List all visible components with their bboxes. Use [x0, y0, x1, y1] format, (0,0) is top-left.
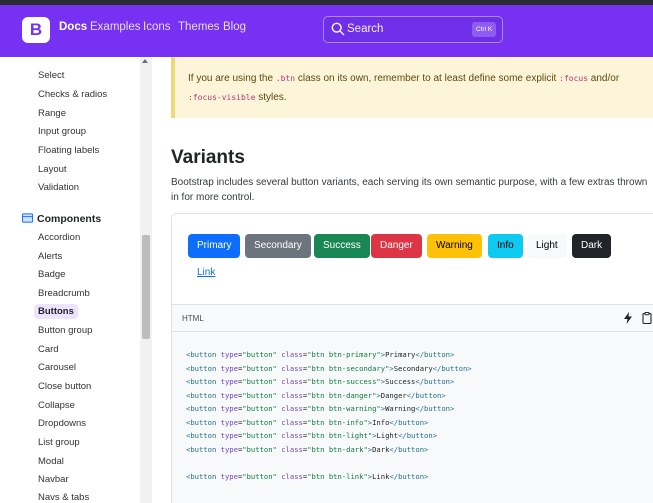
search-placeholder: Search: [347, 23, 384, 35]
search-shortcut-badge: Ctrl K: [472, 22, 497, 37]
code-line: <button type="button" class="btn btn-suc…: [186, 377, 455, 386]
sidebar-item-collapse[interactable]: Collapse: [38, 400, 75, 411]
callout-text-part: If you are using the: [188, 73, 276, 84]
link-button[interactable]: Link: [197, 267, 215, 278]
callout-text: If you are using the .btn class on its o…: [188, 69, 653, 107]
sidebar-item-range[interactable]: Range: [38, 108, 66, 119]
secondary-button[interactable]: Secondary: [245, 234, 311, 258]
primary-button[interactable]: Primary: [188, 234, 241, 258]
nav-link-docs[interactable]: Docs: [59, 21, 87, 33]
code-line: <button type="button" class="btn btn-dan…: [186, 390, 446, 400]
sidebar-heading-label: Components: [37, 213, 102, 225]
sidebar-item-input-group[interactable]: Input group: [38, 126, 86, 137]
sidebar-item-floating-labels[interactable]: Floating labels: [38, 145, 99, 156]
search-input[interactable]: Search Ctrl K: [323, 16, 503, 43]
section-lead-line: Bootstrap includes several button varian…: [171, 177, 648, 188]
sidebar-item-navbar[interactable]: Navbar: [38, 474, 69, 485]
sidebar-item-badge[interactable]: Badge: [38, 269, 65, 280]
success-button[interactable]: Success: [314, 234, 370, 258]
callout-text-part: styles.: [255, 92, 287, 103]
code-line: <button type="button" class="btn btn-inf…: [186, 417, 429, 427]
warning-callout: If you are using the .btn class on its o…: [171, 57, 653, 118]
dark-button[interactable]: Dark: [572, 234, 612, 258]
sidebar-item-accordion[interactable]: Accordion: [38, 232, 80, 243]
sidebar-item-buttons[interactable]: Buttons: [34, 304, 78, 319]
sidebar-item-checks-radios[interactable]: Checks & radios: [38, 89, 107, 100]
sidebar-item-navs-tabs[interactable]: Navs & tabs: [38, 492, 89, 503]
sidebar-item-button-group[interactable]: Button group: [38, 325, 92, 336]
nav-link-icons[interactable]: Icons: [143, 21, 171, 33]
nav-link-examples[interactable]: Examples: [90, 21, 141, 33]
section-lead: Bootstrap includes several button varian…: [171, 175, 653, 205]
lightning-bolt-icon[interactable]: [623, 312, 633, 324]
code-line: <button type="button" class="btn btn-dar…: [186, 444, 429, 454]
code-line: <button type="button" class="btn btn-war…: [186, 404, 455, 413]
danger-button[interactable]: Danger: [371, 234, 422, 258]
callout-code: :focus-visible: [188, 93, 256, 102]
bootstrap-logo-icon[interactable]: B: [22, 17, 50, 43]
sidebar-heading-components: Components: [22, 213, 101, 225]
callout-code: .btn: [275, 74, 296, 83]
scrollbar-thumb[interactable]: [142, 235, 150, 339]
sidebar-item-carousel[interactable]: Carousel: [38, 362, 76, 373]
info-button[interactable]: Info: [488, 234, 523, 258]
section-title: Variants: [171, 147, 245, 168]
code-snippet-body: <button type="button" class="btn btn-pri…: [171, 332, 653, 503]
code-line: <button type="button" class="btn btn-sec…: [186, 363, 472, 373]
code-line: <button type="button" class="btn btn-lin…: [186, 472, 429, 481]
sidebar-item-list-group[interactable]: List group: [38, 437, 80, 448]
code-snippet-header: HTML: [171, 305, 653, 332]
callout-text-part: class on its own, remember to at least d…: [295, 73, 560, 84]
top-navbar: B Docs Examples Icons Themes Blog Search…: [0, 0, 653, 57]
nav-link-blog[interactable]: Blog: [223, 21, 246, 33]
callout-code: :focus: [559, 74, 589, 83]
sidebar-item-select[interactable]: Select: [38, 70, 64, 81]
warning-button[interactable]: Warning: [427, 234, 482, 258]
code-line: <button type="button" class="btn btn-pri…: [186, 350, 455, 359]
light-button[interactable]: Light: [527, 234, 567, 258]
sidebar-item-card[interactable]: Card: [38, 344, 59, 355]
section-lead-line: in for more control.: [171, 192, 255, 203]
sidebar-item-breadcrumb[interactable]: Breadcrumb: [38, 288, 90, 299]
code-language-label: HTML: [182, 314, 204, 323]
sidebar-item-modal[interactable]: Modal: [38, 456, 64, 467]
search-icon: [331, 22, 345, 36]
sidebar-item-layout[interactable]: Layout: [38, 164, 67, 175]
docs-sidebar: Select Checks & radios Range Input group…: [0, 57, 155, 503]
callout-text-part: and/or: [588, 73, 620, 84]
components-icon: [22, 213, 33, 223]
sidebar-item-close-button[interactable]: Close button: [38, 381, 91, 392]
code-line: <button type="button" class="btn btn-lig…: [186, 431, 438, 440]
nav-link-themes[interactable]: Themes: [178, 21, 220, 33]
sidebar-item-alerts[interactable]: Alerts: [38, 251, 62, 262]
sidebar-item-dropdowns[interactable]: Dropdowns: [38, 418, 86, 429]
clipboard-icon[interactable]: [642, 312, 652, 324]
button-examples-panel: Primary Secondary Success Danger Warning…: [171, 213, 653, 305]
sidebar-scrollbar[interactable]: [140, 57, 152, 503]
sidebar-item-validation[interactable]: Validation: [38, 182, 79, 193]
scroll-up-arrow-icon[interactable]: [142, 59, 148, 63]
